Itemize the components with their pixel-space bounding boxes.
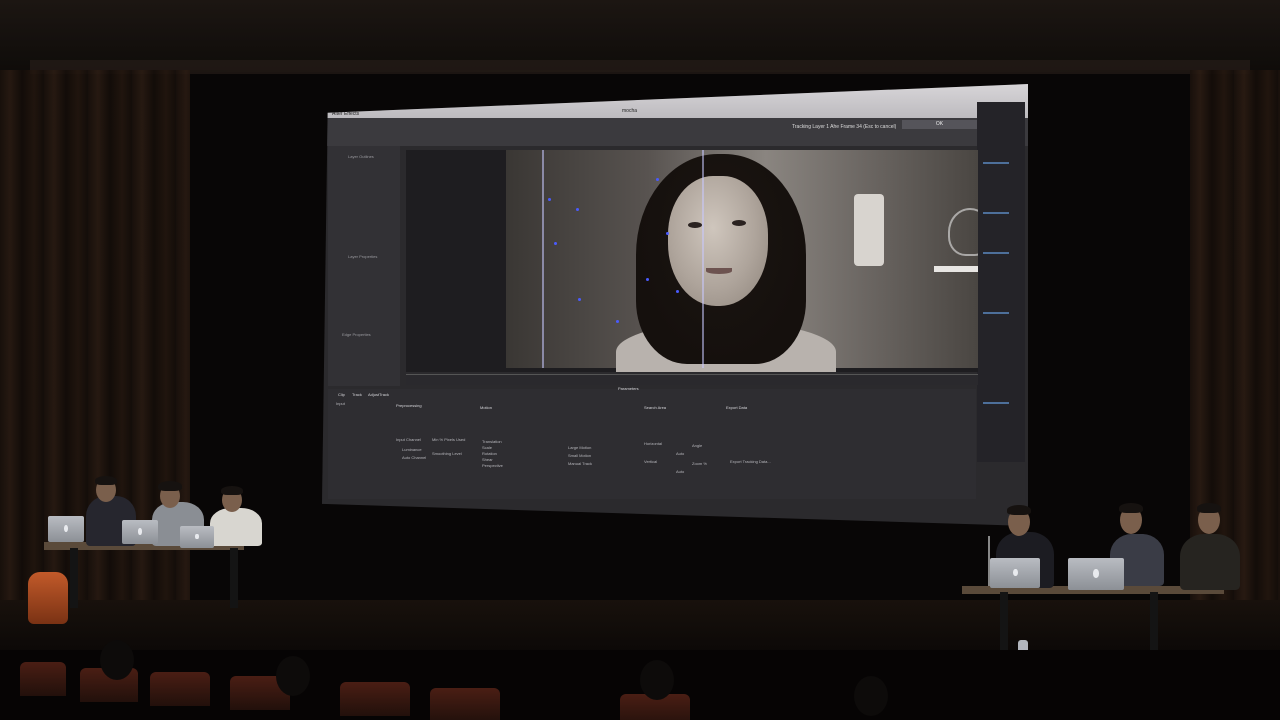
audience-head [854,676,888,716]
track-point [676,290,679,293]
track-point [578,298,581,301]
edge-properties-label: Edge Properties [342,332,371,337]
panelist-hair [1119,503,1143,513]
proscenium-beam [30,60,1250,74]
right-side-panel [977,102,1025,462]
track-point [554,242,557,245]
auto-vertical-toggle[interactable]: Auto [676,469,684,474]
projection-screen: After Effects mocha Tracking Layer 1 Ahe… [322,84,1028,526]
audience-seat [20,662,66,696]
tab-track[interactable]: Track [352,392,362,397]
input-channel-label: Input Channel [396,437,421,442]
panelist-hair [95,476,117,485]
video-viewer[interactable] [406,150,978,372]
subject-eye [732,220,746,226]
parameters-panel: Clip Track AdjustTrack Parameters Input … [328,386,976,499]
layer-panel: Layer Outlines Layer Properties Edge Pro… [328,146,400,386]
table-leg [230,548,238,608]
layer-outlines-label: Layer Outlines [348,154,374,159]
motion-translation[interactable]: Translation [482,439,502,444]
subject-face [668,176,768,306]
track-guide-line [702,150,704,368]
vertical-label: Vertical [644,459,658,464]
background-lamp [854,194,884,266]
motion-header: Motion [480,405,493,410]
preprocessing-header: Preprocessing [396,403,422,408]
laptop [122,520,158,544]
table-leg [70,548,78,608]
angle-label: Angle [692,443,703,448]
panelist-hair [158,481,182,491]
export-data-header: Export Data [726,405,748,410]
background-shelf [934,266,978,272]
tab-adjusttrack[interactable]: AdjustTrack [368,392,389,397]
document-title: mocha [622,108,638,114]
motion-rotation[interactable]: Rotation [482,451,497,456]
ok-button[interactable]: OK [902,120,977,129]
option-luminance[interactable]: Luminance [402,447,422,452]
track-point [646,278,649,281]
smoothing-label: Smoothing Level [432,451,462,456]
audience-seat [150,672,210,706]
input-label: Input [336,401,345,406]
parameters-header: Parameters [618,386,639,391]
tracking-status-text: Tracking Layer 1 Ahe Frame 34 (Esc to ca… [792,124,897,130]
audience-seat [430,688,500,720]
panelist-torso [210,508,262,546]
audience-seat [340,682,410,716]
auditorium-scene: After Effects mocha Tracking Layer 1 Ahe… [0,0,1280,720]
zoom-label: Zoom % [692,461,707,466]
orange-backpack [28,572,68,624]
motion-shear[interactable]: Shear [482,457,493,462]
video-frame [506,150,978,372]
subject-mouth [706,268,732,274]
min-pixels-label: Min % Pixels Used [432,437,466,442]
timeline-bar[interactable] [406,374,978,385]
track-guide-line [542,150,544,368]
track-point [656,178,659,181]
panelist-hair [1197,503,1221,513]
motion-scale[interactable]: Scale [482,445,492,450]
option-auto-channel[interactable]: Auto Channel [402,455,426,460]
audience-head [640,660,674,700]
background-glass [948,208,978,256]
motion-perspective[interactable]: Perspective [482,463,503,468]
track-point [616,320,619,323]
audience-head [276,656,310,696]
subject-eye [688,222,702,228]
panelist-hair [1007,505,1031,515]
layer-properties-label: Layer Properties [348,254,378,259]
laptop [48,516,84,542]
laptop [180,526,214,548]
tab-clip[interactable]: Clip [338,392,345,397]
mode-small-motion[interactable]: Small Motion [568,453,591,458]
track-point [548,198,551,201]
audience-head [100,640,134,680]
panelist-hair [221,486,243,495]
mode-manual-track[interactable]: Manual Track [568,461,592,466]
search-area-header: Search Area [644,405,667,410]
auto-horizontal-toggle[interactable]: Auto [676,451,684,456]
horizontal-label: Horizontal [644,441,663,446]
laptop [1068,558,1124,590]
mode-large-motion[interactable]: Large Motion [568,445,591,450]
panelist-torso [1180,534,1240,590]
export-tracking-data-button[interactable]: Export Tracking Data... [730,459,771,464]
audience-area [0,640,1280,720]
track-point [576,208,579,211]
laptop [990,558,1040,588]
track-point [666,232,669,235]
